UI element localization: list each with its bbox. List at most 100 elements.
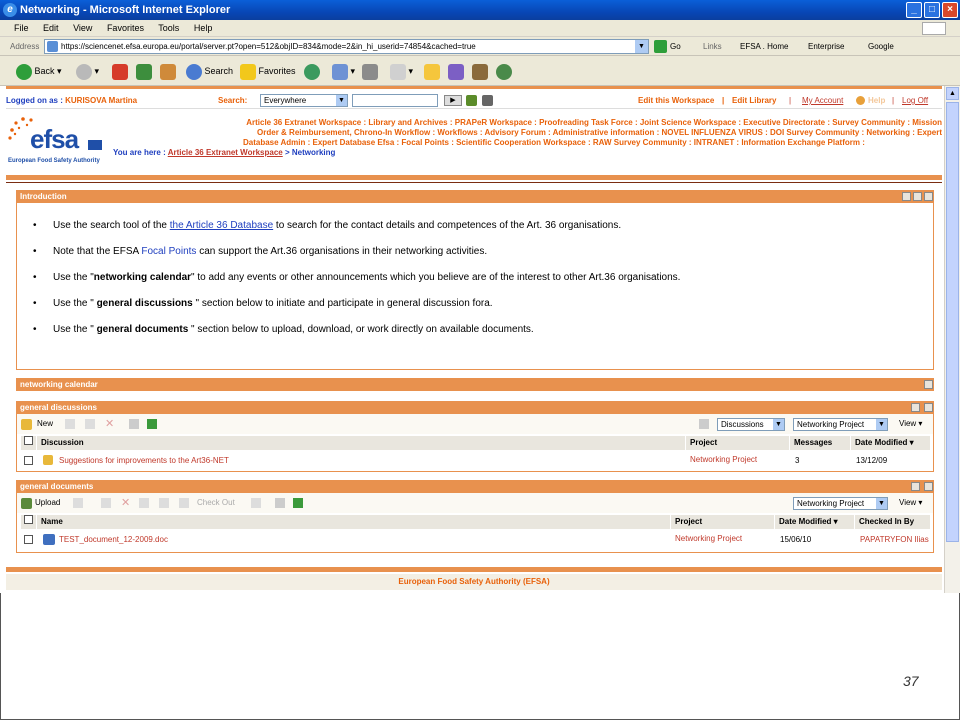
messenger-button[interactable] (472, 62, 488, 80)
scroll-thumb[interactable] (946, 102, 959, 542)
col-date-modified[interactable]: Date Modified ▾ (775, 515, 855, 529)
edit-icon[interactable] (101, 498, 111, 508)
col-project[interactable]: Project (671, 515, 775, 529)
refresh-icon[interactable] (147, 419, 157, 429)
help-icon[interactable] (856, 96, 865, 105)
filter-icon[interactable] (699, 419, 709, 429)
documents-project-select[interactable]: Networking Project ▼ (793, 497, 888, 510)
go-button[interactable]: Go (670, 37, 681, 56)
stop-button[interactable] (112, 62, 128, 80)
breadcrumb-article36[interactable]: Article 36 Extranet Workspace (168, 148, 283, 157)
edit-library-link[interactable]: Edit Library (732, 93, 776, 109)
menu-view[interactable]: View (73, 23, 92, 33)
minimize-button[interactable]: _ (906, 2, 922, 18)
my-account-link[interactable]: My Account (802, 93, 843, 109)
new-discussion-icon[interactable] (21, 419, 32, 430)
minimize-panel-icon[interactable] (924, 403, 933, 412)
research-button[interactable] (448, 62, 464, 80)
search-go-icon[interactable]: ▶ (444, 95, 462, 106)
logoff-link[interactable]: Log Off (902, 93, 928, 109)
checkin-icon[interactable] (251, 498, 261, 508)
upload-icon[interactable] (21, 498, 32, 509)
edit-workspace-link[interactable]: Edit this Workspace (638, 93, 714, 109)
delete-icon[interactable]: ✕ (121, 496, 130, 509)
scroll-up-icon[interactable]: ▲ (946, 87, 959, 100)
forward-button[interactable]: ▾ (76, 62, 99, 80)
move-icon[interactable] (129, 419, 139, 429)
view-menu[interactable]: View ▾ (899, 498, 922, 507)
print-button[interactable] (362, 62, 378, 80)
col-name[interactable]: Name (37, 515, 671, 529)
article36-database-link[interactable]: the Article 36 Database (170, 220, 273, 231)
table-row[interactable]: Suggestions for improvements to the Art3… (21, 454, 931, 468)
help-panel-icon[interactable] (911, 403, 920, 412)
menu-favorites[interactable]: Favorites (107, 23, 144, 33)
select-all-checkbox[interactable] (24, 436, 33, 445)
focal-points-link[interactable]: Focal Points (141, 246, 196, 257)
link-enterprise[interactable]: Enterprise (808, 37, 844, 56)
delete-icon[interactable]: ✕ (105, 417, 114, 430)
col-checked-in-by[interactable]: Checked In By (855, 515, 931, 529)
settings-panel-icon[interactable] (913, 192, 922, 201)
edit-button[interactable]: ▾ (390, 62, 413, 80)
menu-tools[interactable]: Tools (158, 23, 179, 33)
select-all-checkbox[interactable] (24, 515, 33, 524)
menu-file[interactable]: File (14, 23, 29, 33)
search-scope-select[interactable]: Everywhere ▼ (260, 94, 348, 107)
checkout-button[interactable]: Check Out (197, 498, 235, 507)
search-button[interactable]: Search (186, 62, 233, 80)
minimize-panel-icon[interactable] (924, 482, 933, 491)
vertical-scrollbar[interactable]: ▲ (944, 86, 960, 593)
version-icon[interactable] (159, 498, 169, 508)
view-menu[interactable]: View ▾ (899, 419, 922, 428)
workspace-nav-line-1[interactable]: Article 36 Extranet Workspace : Library … (0, 118, 942, 127)
document-project[interactable]: Networking Project (675, 533, 742, 545)
maximize-button[interactable]: □ (924, 2, 940, 18)
document-checked-in-by[interactable]: PAPATRYFON Ilias (860, 534, 931, 546)
link-google[interactable]: Google (868, 37, 894, 56)
table-row[interactable]: TEST_document_12-2009.doc Networking Pro… (21, 533, 931, 547)
discussions-type-select[interactable]: Discussions ▼ (717, 418, 785, 431)
col-project[interactable]: Project (686, 436, 790, 450)
workspace-nav-line-3[interactable]: Database Admin : Expert Database Efsa : … (0, 138, 942, 147)
move-icon[interactable] (275, 498, 285, 508)
link-efsa-home[interactable]: EFSA . Home (740, 37, 788, 56)
document-name[interactable]: TEST_document_12-2009.doc (59, 534, 168, 546)
row-checkbox[interactable] (24, 535, 33, 544)
advanced-search-icon[interactable] (466, 95, 477, 106)
address-input[interactable]: https://sciencenet.efsa.europa.eu/portal… (44, 39, 649, 54)
new-button[interactable]: New (37, 419, 53, 428)
col-messages[interactable]: Messages (790, 436, 851, 450)
row-checkbox[interactable] (24, 456, 33, 465)
history-button[interactable] (304, 62, 320, 80)
help-link[interactable]: Help (868, 93, 885, 109)
menu-help[interactable]: Help (194, 23, 213, 33)
refresh-button[interactable] (136, 62, 152, 80)
discussions-project-select[interactable]: Networking Project ▼ (793, 418, 888, 431)
discussion-name[interactable]: Suggestions for improvements to the Art3… (59, 455, 229, 467)
refresh-icon[interactable] (293, 498, 303, 508)
minimize-panel-icon[interactable] (924, 192, 933, 201)
folder-button[interactable] (424, 62, 440, 80)
favorites-button[interactable]: Favorites (240, 62, 296, 80)
mail-button[interactable]: ▾ (332, 62, 355, 80)
menu-edit[interactable]: Edit (43, 23, 59, 33)
tools-icon[interactable] (482, 95, 493, 106)
go-arrow-icon[interactable] (654, 40, 667, 53)
workspace-nav-line-2[interactable]: Order & Reimbursement, Chrono-In Workflo… (0, 128, 942, 137)
search-input[interactable] (352, 94, 438, 107)
col-discussion[interactable]: Discussion (37, 436, 686, 450)
help-panel-icon[interactable] (911, 482, 920, 491)
home-button[interactable] (160, 62, 176, 80)
discussion-project[interactable]: Networking Project (690, 454, 757, 466)
minimize-panel-icon[interactable] (924, 380, 933, 389)
back-button[interactable]: Back ▾ (16, 62, 62, 80)
edit-panel-icon[interactable] (902, 192, 911, 201)
address-dropdown-icon[interactable]: ▼ (635, 40, 648, 53)
copy-icon[interactable] (139, 498, 149, 508)
download-icon[interactable] (73, 498, 83, 508)
checkout-icon[interactable] (179, 498, 189, 508)
close-button[interactable]: × (942, 2, 958, 18)
edit-icon[interactable] (85, 419, 95, 429)
upload-button[interactable]: Upload (35, 498, 60, 507)
